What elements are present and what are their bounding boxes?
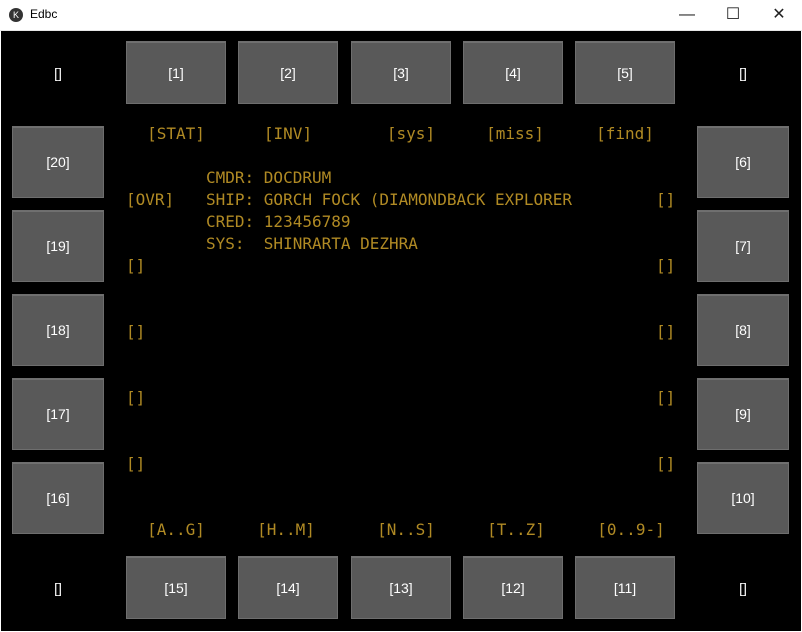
button-7[interactable]: [7]	[697, 210, 789, 282]
label-t-z: [T..Z]	[487, 520, 545, 539]
button-14[interactable]: [14]	[238, 556, 338, 619]
button-4[interactable]: [4]	[463, 41, 563, 104]
button-12[interactable]: [12]	[463, 556, 563, 619]
button-1[interactable]: [1]	[126, 41, 226, 104]
minimize-button[interactable]: —	[664, 0, 710, 30]
left-label-5: []	[126, 454, 146, 473]
label-a-g: [A..G]	[147, 520, 205, 539]
right-label-5: []	[656, 454, 676, 473]
button-13[interactable]: [13]	[351, 556, 451, 619]
close-button[interactable]: ✕	[756, 0, 802, 30]
button-2[interactable]: [2]	[238, 41, 338, 104]
info-sys: SYS: SHINRARTA DEZHRA	[206, 234, 418, 253]
corner-bottom-left[interactable]: []	[38, 580, 78, 596]
button-11[interactable]: [11]	[575, 556, 675, 619]
button-15[interactable]: [15]	[126, 556, 226, 619]
right-label-4: []	[656, 388, 676, 407]
left-label-2: []	[126, 256, 146, 275]
window-title: Edbc	[30, 7, 58, 21]
label-n-s: [N..S]	[377, 520, 435, 539]
label-find: [find]	[596, 124, 654, 143]
label-0-9: [0..9-]	[597, 520, 665, 539]
button-9[interactable]: [9]	[697, 378, 789, 450]
button-17[interactable]: [17]	[12, 378, 104, 450]
label-miss: [miss]	[486, 124, 544, 143]
app-icon: K	[9, 8, 23, 22]
button-19[interactable]: [19]	[12, 210, 104, 282]
info-cred: CRED: 123456789	[206, 212, 351, 231]
button-10[interactable]: [10]	[697, 462, 789, 534]
right-label-1: []	[656, 190, 676, 209]
button-20[interactable]: [20]	[12, 126, 104, 198]
label-sys: [sys]	[386, 124, 436, 143]
corner-top-right[interactable]: []	[723, 65, 763, 81]
app-client-area: [] [] [] [] [1] [2] [3] [4] [5] [6] [7] …	[1, 31, 801, 631]
title-bar: K Edbc — ☐ ✕	[0, 0, 802, 31]
info-ship: SHIP: GORCH FOCK (DIAMONDBACK EXPLORER	[206, 190, 573, 209]
left-label-3: []	[126, 322, 146, 341]
label-ovr: [OVR]	[126, 190, 175, 209]
button-8[interactable]: [8]	[697, 294, 789, 366]
button-6[interactable]: [6]	[697, 126, 789, 198]
right-label-3: []	[656, 322, 676, 341]
button-16[interactable]: [16]	[12, 462, 104, 534]
button-3[interactable]: [3]	[351, 41, 451, 104]
corner-bottom-right[interactable]: []	[723, 580, 763, 596]
button-5[interactable]: [5]	[575, 41, 675, 104]
label-h-m: [H..M]	[257, 520, 315, 539]
corner-top-left[interactable]: []	[38, 65, 78, 81]
maximize-button[interactable]: ☐	[710, 0, 756, 30]
button-18[interactable]: [18]	[12, 294, 104, 366]
right-label-2: []	[656, 256, 676, 275]
label-stat: [STAT]	[147, 124, 205, 143]
left-label-4: []	[126, 388, 146, 407]
info-cmdr: CMDR: DOCDRUM	[206, 168, 332, 187]
label-inv: [INV]	[263, 124, 313, 143]
